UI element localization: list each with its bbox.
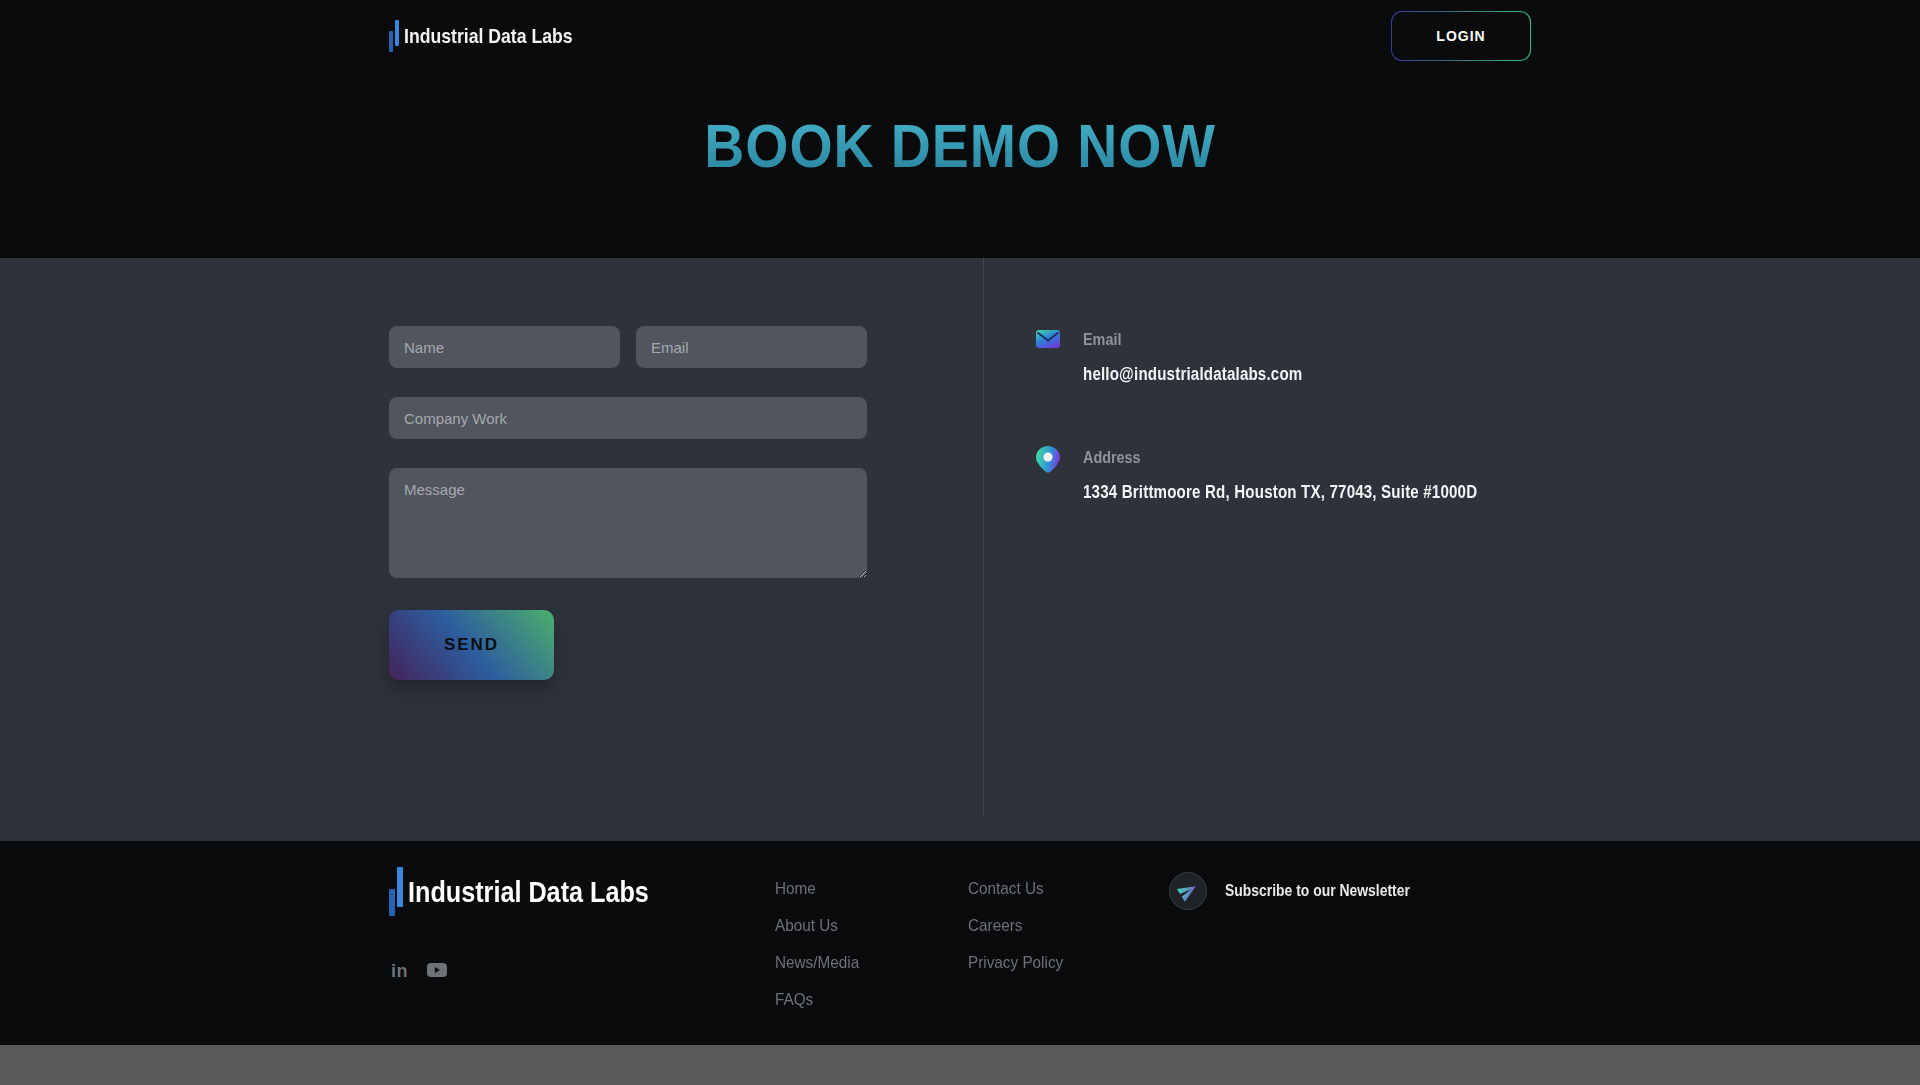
footer-logo[interactable]: Industrial Data Labs bbox=[389, 867, 695, 917]
hero-section: Industrial Data Labs LOGIN BOOK DEMO NOW bbox=[0, 0, 1920, 258]
email-value[interactable]: hello@industrialdatalabs.com bbox=[1083, 364, 1302, 385]
email-label: Email bbox=[1083, 328, 1121, 349]
login-button-label: LOGIN bbox=[1392, 12, 1530, 60]
social-links: in bbox=[391, 961, 447, 982]
contact-email-item: Email hello@industrialdatalabs.com bbox=[1036, 328, 1552, 385]
email-input[interactable] bbox=[636, 326, 867, 368]
footer: Industrial Data Labs in Home About Us Ne… bbox=[0, 841, 1920, 1045]
email-icon bbox=[1036, 328, 1062, 385]
footer-link-news[interactable]: News/Media bbox=[775, 953, 859, 990]
youtube-icon[interactable] bbox=[427, 963, 447, 981]
login-button[interactable]: LOGIN bbox=[1391, 11, 1531, 61]
linkedin-icon[interactable]: in bbox=[391, 961, 408, 982]
contact-info: Email hello@industrialdatalabs.com bbox=[1036, 328, 1552, 503]
address-label: Address bbox=[1083, 446, 1141, 467]
brand-logo-icon bbox=[389, 20, 400, 53]
footer-nav-column-1: Home About Us News/Media FAQs bbox=[775, 879, 869, 1027]
footer-link-privacy[interactable]: Privacy Policy bbox=[968, 953, 1063, 990]
send-button[interactable]: SEND bbox=[389, 610, 554, 680]
newsletter-label: Subscribe to our Newsletter bbox=[1225, 882, 1410, 900]
footer-link-about[interactable]: About Us bbox=[775, 916, 859, 953]
bottom-bar bbox=[0, 1045, 1920, 1085]
footer-logo-icon bbox=[389, 867, 404, 917]
address-value: 1334 Brittmoore Rd, Houston TX, 77043, S… bbox=[1083, 482, 1477, 503]
page-title: BOOK DEMO NOW bbox=[440, 111, 1479, 181]
newsletter[interactable]: Subscribe to our Newsletter bbox=[1169, 872, 1438, 910]
name-input[interactable] bbox=[389, 326, 620, 368]
message-input[interactable] bbox=[389, 468, 867, 578]
footer-link-home[interactable]: Home bbox=[775, 879, 859, 916]
vertical-divider bbox=[983, 258, 984, 815]
contact-section: SEND Email hel bbox=[0, 258, 1920, 841]
brand-logo[interactable]: Industrial Data Labs bbox=[389, 20, 605, 53]
contact-address-item: Address 1334 Brittmoore Rd, Houston TX, … bbox=[1036, 446, 1552, 503]
footer-link-careers[interactable]: Careers bbox=[968, 916, 1063, 953]
address-icon bbox=[1036, 446, 1062, 503]
brand-logo-text: Industrial Data Labs bbox=[404, 24, 573, 48]
newsletter-send-icon[interactable] bbox=[1169, 872, 1207, 910]
header: Industrial Data Labs LOGIN bbox=[389, 0, 1531, 64]
company-input[interactable] bbox=[389, 397, 867, 439]
footer-logo-text: Industrial Data Labs bbox=[408, 875, 649, 909]
footer-link-contact[interactable]: Contact Us bbox=[968, 879, 1063, 916]
demo-form: SEND bbox=[389, 326, 867, 680]
footer-link-faqs[interactable]: FAQs bbox=[775, 990, 859, 1027]
footer-nav-column-2: Contact Us Careers Privacy Policy bbox=[968, 879, 1074, 990]
